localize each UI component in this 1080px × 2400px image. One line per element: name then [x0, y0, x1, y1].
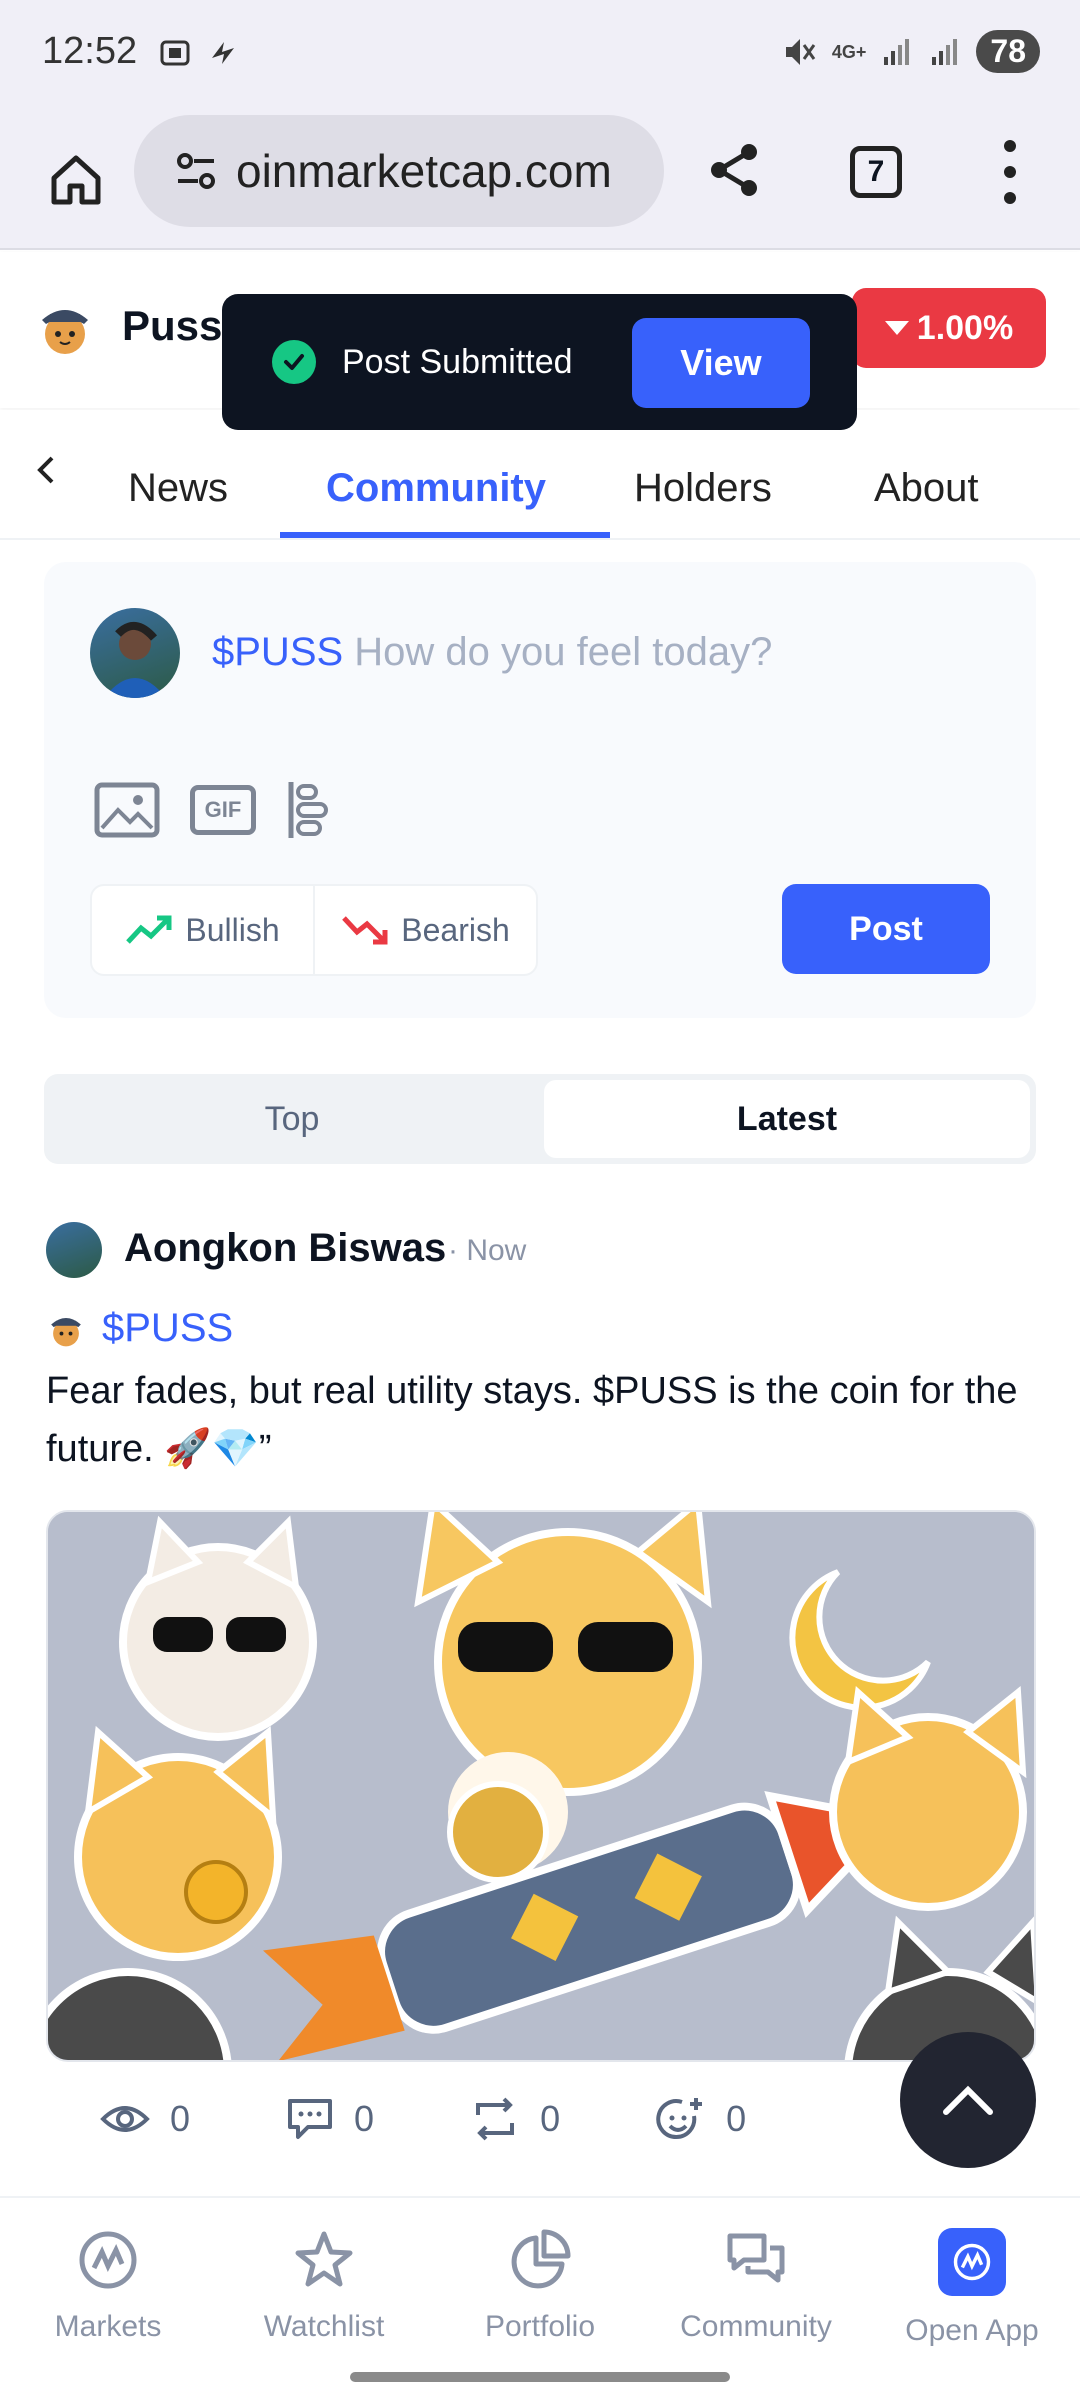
post-button[interactable]: Post — [782, 884, 990, 974]
add-reaction-icon — [656, 2098, 703, 2140]
site-settings-icon[interactable] — [174, 149, 218, 193]
toast-notification: Post Submitted View — [222, 294, 857, 430]
url-text: oinmarketcap.com — [236, 145, 612, 197]
nav-community[interactable]: Community — [656, 2228, 856, 2344]
browser-toolbar: oinmarketcap.com 7 — [0, 110, 1080, 250]
status-bar: 12:52 4G+ 78 — [0, 0, 1080, 110]
chat-bubbles-icon — [727, 2233, 785, 2283]
gif-icon[interactable]: GIF — [190, 785, 256, 835]
post-text: Fear fades, but real utility stays. $PUS… — [46, 1370, 1018, 1470]
screenshot-icon — [160, 40, 190, 66]
reposts-value: 0 — [540, 2098, 561, 2139]
mute-icon — [785, 38, 816, 65]
eye-icon — [100, 2106, 150, 2132]
active-tab-indicator — [280, 532, 610, 538]
cmc-logo-icon — [79, 2231, 137, 2289]
home-button[interactable] — [36, 140, 116, 220]
feed-sort-toggle: Top Latest — [44, 1074, 1036, 1164]
tab-news[interactable]: News — [128, 466, 228, 511]
dot — [1004, 192, 1016, 204]
bearish-label: Bearish — [401, 911, 510, 948]
coin-logo-small — [51, 1317, 81, 1346]
network-type: 4G+ — [831, 41, 867, 62]
tab-community[interactable]: Community — [326, 466, 546, 511]
status-time: 12:52 — [42, 30, 138, 72]
sort-top-button[interactable]: Top — [44, 1074, 540, 1164]
comment-button[interactable]: 0 — [286, 2097, 374, 2141]
nav-watchlist-label: Watchlist — [263, 2310, 385, 2343]
user-avatar — [90, 608, 180, 698]
status-notification-icons — [158, 36, 240, 70]
check-circle-icon — [272, 340, 316, 384]
repost-button[interactable]: 0 — [470, 2097, 560, 2141]
share-button[interactable] — [700, 130, 770, 210]
home-icon — [51, 155, 101, 205]
price-change-value: 1.00% — [916, 308, 1014, 347]
post-author-name[interactable]: Aongkon Biswas — [124, 1226, 446, 1271]
bearish-button[interactable]: Bearish — [313, 886, 536, 974]
react-button[interactable]: 0 — [656, 2094, 746, 2144]
coin-logo — [42, 310, 88, 354]
share-icon — [711, 144, 757, 196]
bolt-icon — [212, 42, 234, 64]
more-menu-button[interactable] — [990, 140, 1030, 204]
post-input-placeholder: How do you feel today? — [354, 630, 773, 674]
open-app-icon — [938, 2228, 1006, 2296]
address-bar[interactable]: oinmarketcap.com — [134, 115, 664, 227]
post-timestamp: · Now — [448, 1234, 527, 1267]
post-image[interactable] — [46, 1510, 1036, 2062]
pie-chart-icon — [511, 2229, 571, 2289]
post-composer: $PUSS How do you feel today? GIF Bullish… — [44, 562, 1036, 1018]
sentiment-selector: Bullish Bearish — [90, 884, 538, 976]
nav-open-app[interactable]: Open App — [872, 2228, 1072, 2348]
tab-holders[interactable]: Holders — [634, 466, 772, 511]
toast-message: Post Submitted — [342, 342, 573, 381]
bottom-navigation: Markets Watchlist Portfolio Community Op… — [0, 2196, 1080, 2400]
coin-name: Puss — [122, 302, 223, 349]
trend-up-icon — [126, 915, 172, 944]
dot — [1004, 140, 1016, 152]
nav-portfolio[interactable]: Portfolio — [440, 2228, 640, 2344]
view-post-button[interactable]: View — [632, 318, 810, 408]
composer-toolbar: GIF — [94, 780, 330, 840]
nav-markets-label: Markets — [54, 2310, 162, 2343]
signal-icon — [884, 38, 910, 65]
views-count: 0 — [100, 2098, 190, 2140]
nav-watchlist[interactable]: Watchlist — [224, 2228, 424, 2344]
post-ticker: $PUSS — [102, 1306, 234, 1350]
tabs-scroll-left-icon[interactable] — [30, 450, 60, 501]
bullish-label: Bullish — [185, 911, 280, 948]
views-value: 0 — [170, 2098, 191, 2139]
status-system-icons: 4G+ 78 — [780, 30, 1040, 73]
chevron-up-icon — [943, 2085, 993, 2115]
signal-icon-2 — [932, 38, 958, 65]
nav-markets[interactable]: Markets — [8, 2228, 208, 2344]
scroll-to-top-button[interactable] — [900, 2032, 1036, 2168]
trend-down-icon — [342, 916, 388, 945]
comment-icon — [288, 2099, 333, 2139]
nav-portfolio-label: Portfolio — [484, 2310, 596, 2343]
down-arrow-icon — [884, 321, 909, 335]
battery-level: 78 — [976, 30, 1040, 73]
comments-value: 0 — [354, 2098, 375, 2139]
tab-switcher-button[interactable]: 7 — [850, 146, 902, 198]
post-coin-tag[interactable]: $PUSS — [46, 1306, 233, 1351]
post-actions: 0 0 0 0 — [100, 2094, 746, 2144]
post-author-avatar[interactable] — [46, 1222, 102, 1278]
post-input[interactable]: $PUSS How do you feel today? — [212, 630, 772, 675]
dot — [1004, 166, 1016, 178]
bullish-button[interactable]: Bullish — [92, 886, 313, 974]
price-change-badge: 1.00% — [852, 288, 1046, 368]
image-icon[interactable] — [94, 782, 160, 838]
composer-ticker: $PUSS — [212, 630, 344, 674]
star-icon — [295, 2231, 353, 2287]
poll-icon[interactable] — [286, 780, 330, 840]
nav-community-label: Community — [680, 2310, 832, 2343]
gesture-home-indicator[interactable] — [350, 2372, 730, 2382]
nav-open-app-label: Open App — [905, 2314, 1039, 2347]
sort-latest-button[interactable]: Latest — [544, 1080, 1030, 1158]
reactions-value: 0 — [726, 2098, 747, 2139]
tab-about[interactable]: About — [874, 466, 979, 511]
repost-icon — [476, 2097, 515, 2141]
